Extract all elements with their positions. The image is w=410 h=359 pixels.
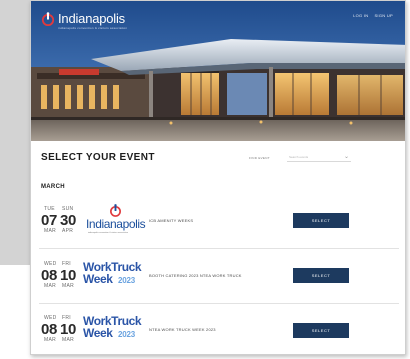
filter-placeholder: Search events <box>289 155 309 159</box>
indianapolis-mark-icon <box>41 11 55 26</box>
event-name: ICB AMENITY WEEKS <box>149 218 194 223</box>
chevron-down-icon: ⌄ <box>343 154 349 160</box>
end-day: 30 <box>60 212 77 229</box>
row-divider <box>39 303 399 304</box>
top-nav: LOG IN SIGN UP <box>353 13 393 18</box>
log-in-link[interactable]: LOG IN <box>353 13 368 18</box>
select-event-button[interactable]: SELECT <box>293 213 349 228</box>
indianapolis-logo: Indianapolis indianapolis convention & v… <box>86 204 146 238</box>
month-heading: MARCH <box>41 184 65 190</box>
event-name: BOOTH CATERING 2023 NTEA WORK TRUCK <box>149 273 242 278</box>
end-month: MAR <box>62 283 75 289</box>
side-panel <box>0 0 30 265</box>
end-month: MAR <box>62 337 75 343</box>
work-truck-week-logo: WorkTruck Week 2023 <box>83 314 145 344</box>
start-month: MAR <box>44 283 57 289</box>
end-day: 10 <box>60 321 77 338</box>
event-row: WED FRI 08 10 MAR MAR WorkTruck Week 202… <box>31 314 405 354</box>
filter-label: FIND EVENT <box>249 156 270 160</box>
logo-line-2: Week <box>83 272 113 286</box>
event-selection-screen: Indianapolis indianapolis convention & v… <box>30 0 406 355</box>
event-row: TUE SUN 07 30 MAR APR Indianapolis india… <box>31 204 405 246</box>
sign-up-link[interactable]: SIGN UP <box>374 13 393 18</box>
start-day: 07 <box>41 212 58 229</box>
start-day: 08 <box>41 267 58 284</box>
select-event-button[interactable]: SELECT <box>293 268 349 283</box>
brand-tagline: indianapolis convention & visitors assoc… <box>58 26 128 30</box>
event-name: NTEA WORK TRUCK WEEK 2023 <box>149 327 216 332</box>
brand-name: Indianapolis <box>58 11 125 26</box>
indianapolis-mark-icon <box>110 204 121 217</box>
event-row: WED FRI 08 10 MAR MAR WorkTruck Week 202… <box>31 260 405 301</box>
brand-logo[interactable]: Indianapolis <box>41 11 125 26</box>
select-event-button[interactable]: SELECT <box>293 323 349 338</box>
logo-line-2: Week <box>83 326 113 340</box>
end-day: 10 <box>60 267 77 284</box>
hero-banner: Indianapolis indianapolis convention & v… <box>31 1 405 141</box>
page-title: SELECT YOUR EVENT <box>41 152 155 163</box>
work-truck-week-logo: WorkTruck Week 2023 <box>83 260 145 290</box>
start-month: MAR <box>44 228 57 234</box>
logo-tagline: indianapolis convention & visitors assoc… <box>88 232 129 234</box>
row-divider <box>39 248 399 249</box>
start-day: 08 <box>41 321 58 338</box>
logo-year: 2023 <box>118 330 135 339</box>
event-search-select[interactable]: Search events ⌄ <box>287 152 351 162</box>
start-month: MAR <box>44 337 57 343</box>
logo-year: 2023 <box>118 276 135 285</box>
end-month: APR <box>62 228 74 234</box>
logo-wordmark: Indianapolis <box>86 217 146 231</box>
